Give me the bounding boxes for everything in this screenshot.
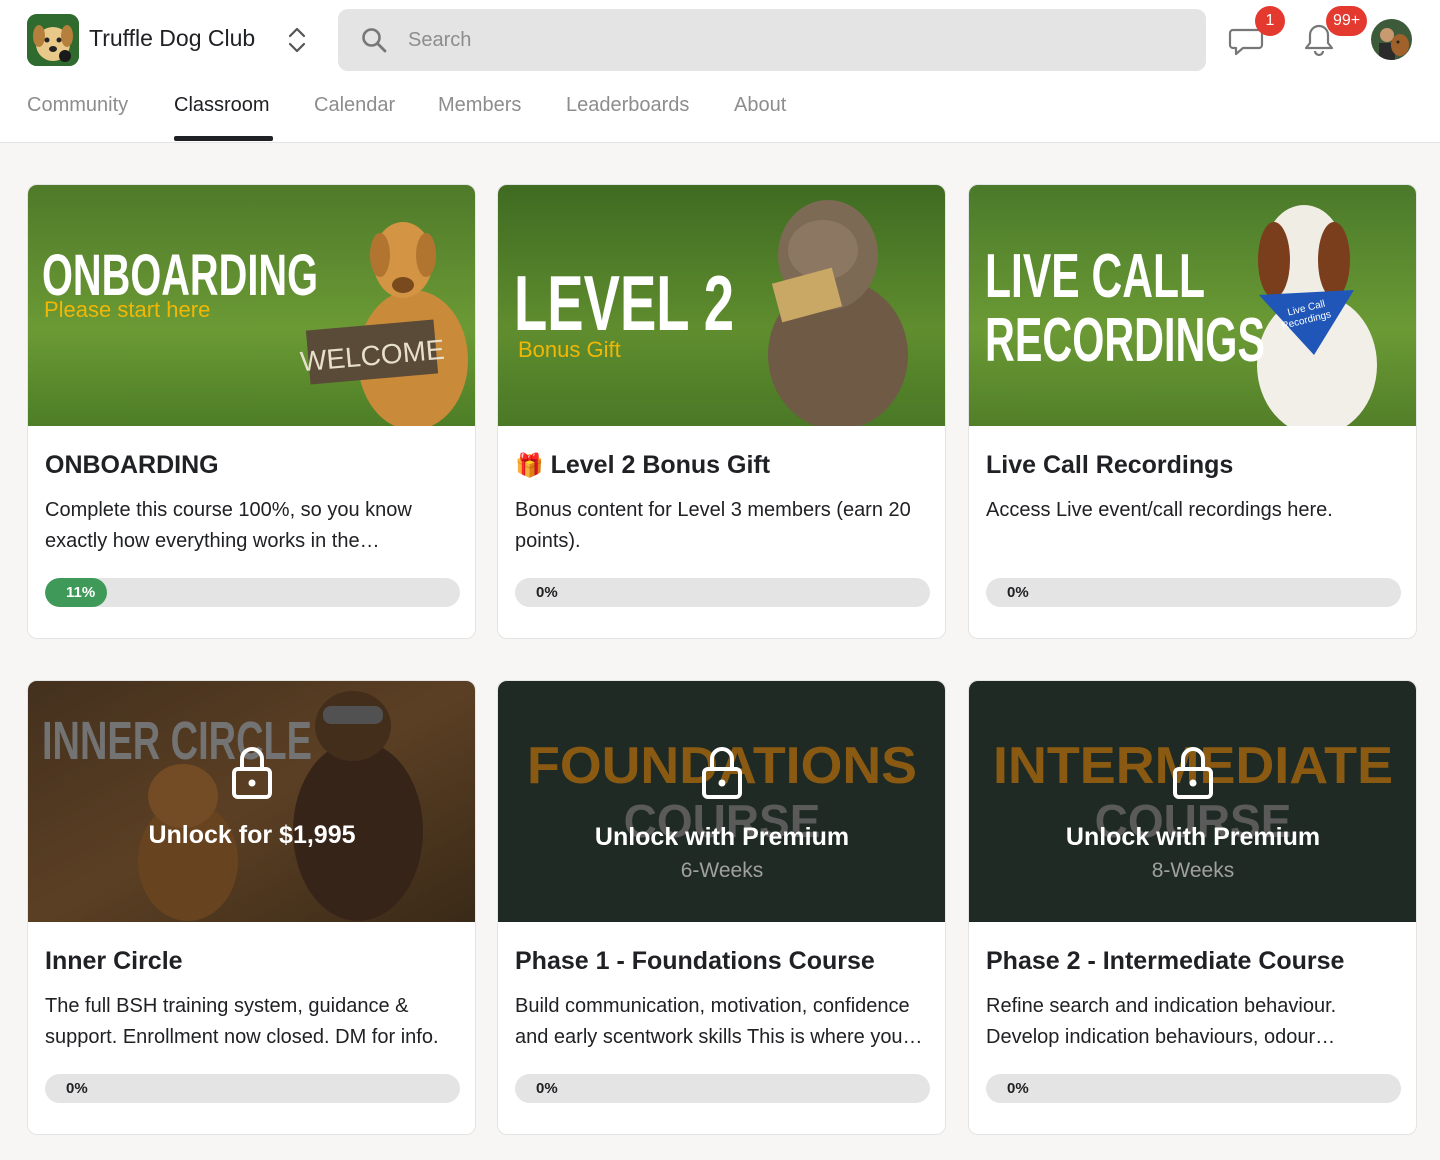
course-card-live-call-recordings[interactable]: Live Call Recordings LIVE CALL RECORDING…	[968, 184, 1417, 639]
course-card-level-2[interactable]: LEVEL 2 Bonus Gift 🎁 Level 2 Bonus Gift …	[497, 184, 946, 639]
course-description: Refine search and indication behaviour. …	[986, 995, 1337, 1048]
progress-label: 0%	[1007, 1080, 1029, 1097]
progress-bar: 0%	[515, 578, 930, 607]
unlock-label: Unlock for $1,995	[148, 821, 355, 849]
progress-bar: 0%	[986, 1074, 1401, 1103]
course-title: ONBOARDING	[45, 451, 219, 479]
course-cover-onboarding: WELCOME ONBOARDING Please start here	[28, 185, 475, 426]
search-input[interactable]	[408, 28, 1168, 52]
course-cover-inner-circle: INNER CIRCLE Unlock for $1,995	[28, 681, 475, 922]
course-card-foundations[interactable]: FOUNDATIONS COURSE Unlock with Premium 6…	[497, 680, 946, 1135]
progress-label: 0%	[66, 1080, 88, 1097]
course-description: Build communication, motivation, confide…	[515, 995, 923, 1048]
course-cover-live-call: Live Call Recordings LIVE CALL RECORDING…	[969, 185, 1416, 426]
chat-badge: 1	[1255, 6, 1285, 36]
user-avatar[interactable]	[1371, 19, 1412, 60]
course-title: Phase 1 - Foundations Course	[515, 947, 875, 975]
tab-community[interactable]: Community	[27, 94, 128, 117]
course-cover-level-2: LEVEL 2 Bonus Gift	[498, 185, 945, 426]
club-logo[interactable]	[27, 14, 79, 66]
active-tab-indicator	[174, 136, 273, 141]
course-description: Bonus content for Level 3 members (earn …	[515, 499, 911, 552]
course-description: The full BSH training system, guidance &…	[45, 995, 439, 1048]
progress-label: 0%	[1007, 584, 1029, 601]
course-card-intermediate[interactable]: INTERMEDIATE COURSE Unlock with Premium …	[968, 680, 1417, 1135]
course-description: Complete this course 100%, so you know e…	[45, 499, 412, 552]
top-header: Truffle Dog Club 1 99+	[0, 0, 1440, 143]
progress-label: 0%	[536, 1080, 558, 1097]
course-card-onboarding[interactable]: WELCOME ONBOARDING Please start here ONB…	[27, 184, 476, 639]
cover-title-line-2: RECORDINGS	[985, 306, 1265, 375]
course-title: Live Call Recordings	[986, 451, 1234, 479]
cover-title: LEVEL 2	[514, 259, 734, 347]
cover-subtitle: Bonus Gift	[518, 337, 621, 362]
course-cover-foundations: FOUNDATIONS COURSE Unlock with Premium 6…	[498, 681, 945, 922]
tab-members[interactable]: Members	[438, 94, 521, 117]
tab-calendar[interactable]: Calendar	[314, 94, 395, 117]
cover-subtitle: Please start here	[44, 297, 210, 322]
cover-duration: 8-Weeks	[1152, 859, 1234, 882]
course-title: Inner Circle	[45, 947, 183, 975]
search-icon	[362, 28, 387, 53]
tab-leaderboards[interactable]: Leaderboards	[566, 94, 689, 117]
club-name[interactable]: Truffle Dog Club	[89, 25, 255, 52]
notifications-badge: 99+	[1326, 6, 1368, 36]
progress-bar: 0%	[45, 1074, 460, 1103]
cover-title-line-1: LIVE CALL	[985, 242, 1205, 311]
course-description: Access Live event/call recordings here.	[986, 499, 1333, 521]
progress-bar: 11%	[45, 578, 460, 607]
course-title: 🎁 Level 2 Bonus Gift	[515, 451, 770, 480]
tab-classroom[interactable]: Classroom	[174, 94, 270, 117]
progress-bar: 0%	[515, 1074, 930, 1103]
unlock-label: Unlock with Premium	[595, 823, 849, 851]
course-card-inner-circle[interactable]: INNER CIRCLE Unlock for $1,995 Inner Cir…	[27, 680, 476, 1135]
search-bar[interactable]	[338, 9, 1206, 71]
course-title-text: Level 2 Bonus Gift	[550, 451, 771, 479]
community-switcher-icon[interactable]	[284, 24, 310, 56]
unlock-label: Unlock with Premium	[1066, 823, 1320, 851]
course-title: Phase 2 - Intermediate Course	[986, 947, 1345, 975]
gift-icon: 🎁	[515, 452, 544, 478]
progress-label: 11%	[66, 584, 96, 601]
progress-bar: 0%	[986, 578, 1401, 607]
course-cover-intermediate: INTERMEDIATE COURSE Unlock with Premium …	[969, 681, 1416, 922]
progress-label: 0%	[536, 584, 558, 601]
cover-duration: 6-Weeks	[681, 859, 763, 882]
tab-about[interactable]: About	[734, 94, 786, 117]
